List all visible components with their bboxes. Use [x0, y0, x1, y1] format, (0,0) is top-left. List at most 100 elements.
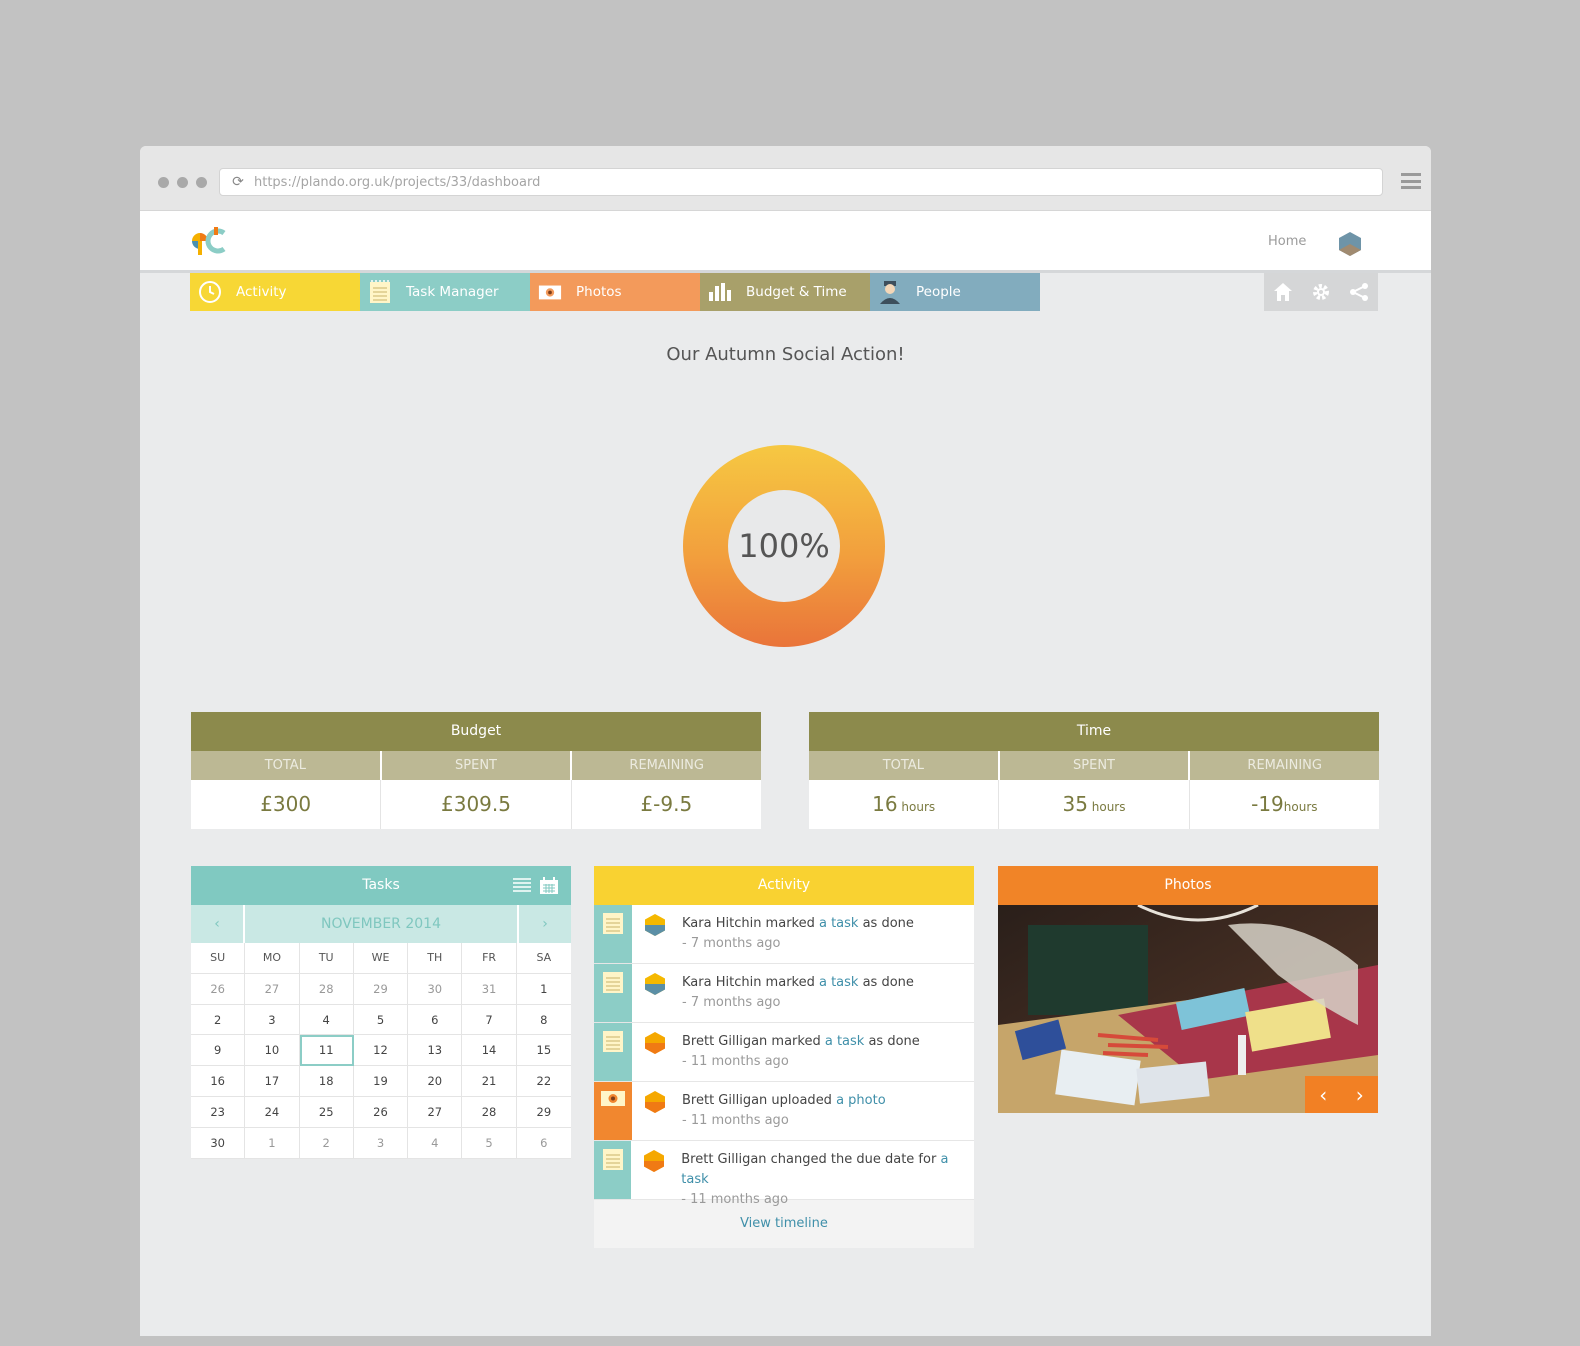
tab-people[interactable]: People — [870, 273, 1040, 311]
tab-task-manager[interactable]: Task Manager — [360, 273, 530, 311]
share-icon[interactable] — [1348, 281, 1370, 303]
user-avatar-icon[interactable] — [1338, 231, 1362, 257]
budget-headers: TOTAL SPENT REMAINING — [191, 751, 761, 780]
calendar-day-cell[interactable]: 30 — [191, 1127, 246, 1159]
photo-prev-button[interactable]: ‹ — [1319, 1083, 1327, 1107]
calendar-day-cell[interactable]: 24 — [245, 1096, 300, 1128]
time-unit: hours — [1087, 800, 1126, 814]
user-avatar-icon[interactable] — [643, 1031, 667, 1055]
calendar-day-cell[interactable]: 13 — [408, 1035, 463, 1067]
calendar-day-cell[interactable]: 14 — [462, 1035, 517, 1067]
calendar-day-cell[interactable]: 1 — [245, 1127, 300, 1159]
calendar-view-icon[interactable] — [539, 877, 559, 895]
calendar-day-cell[interactable]: 12 — [353, 1035, 409, 1067]
budget-total-value: £300 — [191, 780, 382, 829]
calendar-day-cell[interactable]: 15 — [516, 1035, 571, 1067]
calendar-day-cell[interactable]: 3 — [353, 1127, 409, 1159]
next-month-button[interactable]: › — [517, 905, 571, 943]
activity-text: Brett Gilligan marked a task as done - 11… — [682, 1023, 920, 1081]
project-tools — [1264, 273, 1378, 311]
user-avatar-icon[interactable] — [643, 1090, 667, 1114]
close-dot[interactable] — [158, 177, 169, 188]
activity-link[interactable]: a task — [825, 1034, 864, 1049]
calendar-day-cell[interactable]: 20 — [408, 1066, 463, 1097]
activity-actor-text: Brett Gilligan marked — [682, 1034, 825, 1049]
user-avatar-icon[interactable] — [643, 913, 667, 937]
calendar-day-cell[interactable]: 29 — [516, 1097, 571, 1128]
tab-budget-time[interactable]: Budget & Time — [700, 273, 870, 311]
calendar-day-cell[interactable]: 17 — [245, 1066, 300, 1097]
calendar-day-cell[interactable]: 11 — [299, 1035, 354, 1067]
calendar-day-cell[interactable]: 31 — [462, 973, 517, 1005]
calendar-day-cell[interactable]: 26 — [353, 1096, 409, 1128]
time-spent-value: 35 — [1062, 792, 1088, 816]
list-view-icon[interactable] — [513, 877, 531, 893]
tab-label: Budget & Time — [746, 284, 847, 300]
calendar-day-cell[interactable]: 8 — [516, 1005, 571, 1036]
activity-link[interactable]: a task — [819, 916, 858, 931]
calendar-day-header: TU — [299, 943, 354, 974]
calendar-day-cell[interactable]: 5 — [353, 1004, 409, 1036]
address-bar[interactable]: ⟳ https://plando.org.uk/projects/33/dash… — [219, 168, 1383, 196]
calendar-day-cell[interactable]: 2 — [299, 1127, 354, 1159]
calendar-day-cell[interactable]: 6 — [516, 1128, 571, 1159]
tab-activity[interactable]: Activity — [190, 273, 360, 311]
calendar-day-cell[interactable]: 7 — [462, 1004, 517, 1036]
activity-suffix-text: as done — [858, 916, 914, 931]
tasks-panel-header: Tasks — [191, 866, 571, 905]
calendar-day-cell[interactable]: 16 — [191, 1066, 246, 1097]
menu-icon[interactable] — [1401, 171, 1421, 191]
minimize-dot[interactable] — [177, 177, 188, 188]
time-spent: 35 hours — [999, 780, 1190, 829]
calendar-day-cell[interactable]: 25 — [299, 1096, 354, 1128]
calendar-day-cell[interactable]: 23 — [191, 1096, 246, 1128]
home-icon[interactable] — [1272, 281, 1294, 303]
calendar-day-cell[interactable]: 28 — [299, 973, 354, 1005]
tab-photos[interactable]: Photos — [530, 273, 700, 311]
calendar-day-cell[interactable]: 28 — [462, 1096, 517, 1128]
calendar-day-cell[interactable]: 10 — [245, 1035, 300, 1067]
maximize-dot[interactable] — [196, 177, 207, 188]
calendar-day-cell[interactable]: 30 — [408, 973, 463, 1005]
calendar-day-cell[interactable]: 26 — [191, 973, 246, 1005]
progress-donut: 100% — [683, 445, 885, 647]
view-timeline-link[interactable]: View timeline — [594, 1200, 974, 1248]
tab-label: Photos — [576, 284, 622, 300]
calendar-day-cell[interactable]: 29 — [353, 973, 409, 1005]
user-avatar-icon[interactable] — [643, 972, 667, 996]
notepad-icon — [594, 905, 632, 963]
calendar-day-cell[interactable]: 18 — [299, 1066, 354, 1097]
calendar-day-cell[interactable]: 6 — [408, 1004, 463, 1036]
activity-actor-text: Brett Gilligan uploaded — [682, 1093, 837, 1108]
calendar-day-cell[interactable]: 22 — [516, 1066, 571, 1097]
calendar-day-cell[interactable]: 9 — [191, 1035, 246, 1067]
calendar-day-cell[interactable]: 27 — [408, 1096, 463, 1128]
activity-link[interactable]: a photo — [836, 1093, 886, 1108]
app-header: Home — [140, 211, 1431, 273]
calendar-day-cell[interactable]: 5 — [462, 1127, 517, 1159]
calendar-day-cell[interactable]: 21 — [462, 1066, 517, 1097]
photos-panel: Photos ‹ › — [998, 866, 1378, 1113]
plando-logo[interactable] — [190, 225, 226, 257]
calendar-day-cell[interactable]: 1 — [516, 974, 571, 1005]
prev-month-button[interactable]: ‹ — [191, 905, 245, 943]
activity-item: Brett Gilligan changed the due date for … — [594, 1141, 974, 1207]
gear-icon[interactable] — [1310, 281, 1332, 303]
photo-next-button[interactable]: › — [1356, 1083, 1364, 1107]
user-avatar-icon[interactable] — [642, 1149, 666, 1173]
calendar-day-header: SA — [516, 943, 571, 974]
calendar-day-cell[interactable]: 27 — [245, 973, 300, 1005]
calendar-day-cell[interactable]: 3 — [245, 1004, 300, 1036]
activity-actor-text: Brett Gilligan changed the due date for — [681, 1152, 941, 1167]
calendar-day-cell[interactable]: 4 — [299, 1004, 354, 1036]
activity-link[interactable]: a task — [819, 975, 858, 990]
time-header-spent: SPENT — [1000, 751, 1191, 780]
url-text[interactable]: https://plando.org.uk/projects/33/dashbo… — [254, 175, 540, 190]
photo-slide[interactable]: ‹ › — [998, 905, 1378, 1113]
reload-icon[interactable]: ⟳ — [230, 174, 246, 190]
nav-home-link[interactable]: Home — [1268, 234, 1306, 249]
activity-text: Brett Gilligan uploaded a photo - 11 mont… — [682, 1082, 886, 1140]
calendar-day-cell[interactable]: 19 — [353, 1066, 409, 1097]
calendar-day-cell[interactable]: 4 — [408, 1127, 463, 1159]
calendar-day-cell[interactable]: 2 — [191, 1004, 246, 1036]
